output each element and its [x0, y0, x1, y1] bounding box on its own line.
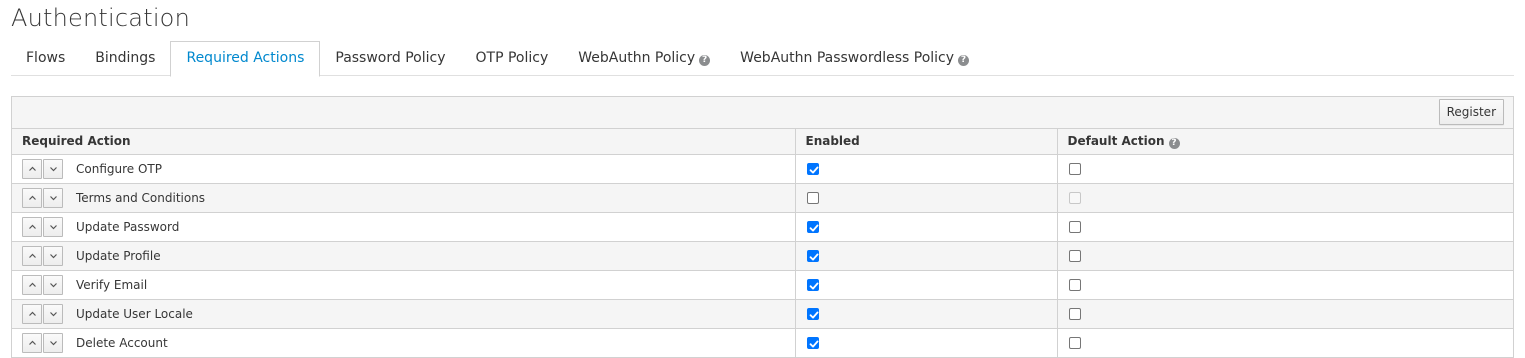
table-row: Configure OTP	[12, 154, 1513, 184]
required-action-cell: Delete Account	[12, 328, 796, 358]
default-action-cell	[1057, 212, 1513, 242]
enabled-cell	[795, 154, 1058, 184]
enabled-cell	[795, 241, 1058, 271]
tab-label: Required Actions	[186, 50, 305, 66]
required-actions-table: Register Required Action Enabled Default…	[11, 96, 1514, 358]
move-up-button[interactable]	[22, 158, 42, 179]
required-action-cell: Terms and Conditions	[12, 183, 796, 213]
move-down-button[interactable]	[43, 332, 63, 353]
default-action-checkbox[interactable]	[1068, 250, 1081, 262]
move-up-button[interactable]	[22, 303, 42, 324]
default-action-checkbox[interactable]	[1068, 221, 1081, 233]
enabled-checkbox[interactable]	[806, 337, 819, 349]
table-row: Delete Account	[12, 328, 1513, 358]
column-header-default-action: Default Action?	[1057, 129, 1513, 155]
enabled-cell	[795, 183, 1058, 213]
required-action-name: Terms and Conditions	[76, 190, 206, 205]
required-action-cell: Update Profile	[12, 241, 796, 271]
table-row: Update Password	[12, 212, 1513, 242]
tab-webauthn-passwordless-policy[interactable]: WebAuthn Passwordless Policy?	[725, 41, 984, 76]
required-action-name: Delete Account	[76, 335, 168, 350]
required-action-name: Verify Email	[76, 277, 148, 292]
move-down-button[interactable]	[43, 274, 63, 295]
move-down-button[interactable]	[43, 216, 63, 237]
move-up-button[interactable]	[22, 216, 42, 237]
table-row: Update User Locale	[12, 299, 1513, 329]
tab-flows[interactable]: Flows	[11, 41, 80, 76]
move-down-button[interactable]	[43, 303, 63, 324]
enabled-cell	[795, 212, 1058, 242]
table-row: Update Profile	[12, 241, 1513, 271]
default-action-cell	[1057, 270, 1513, 300]
help-icon[interactable]: ?	[958, 55, 970, 66]
tab-label: Password Policy	[335, 50, 446, 66]
default-action-checkbox[interactable]	[1068, 308, 1081, 320]
default-action-checkbox[interactable]	[1068, 337, 1081, 349]
enabled-cell	[795, 270, 1058, 300]
tab-label: Flows	[26, 50, 66, 66]
tab-webauthn-policy[interactable]: WebAuthn Policy?	[563, 41, 725, 76]
enabled-checkbox[interactable]	[806, 279, 819, 291]
tab-bindings[interactable]: Bindings	[80, 41, 170, 76]
register-button[interactable]: Register	[1438, 99, 1504, 125]
default-action-cell	[1057, 299, 1513, 329]
default-action-cell	[1057, 183, 1513, 213]
required-action-name: Configure OTP	[76, 161, 162, 176]
tab-required-actions[interactable]: Required Actions	[170, 41, 321, 77]
required-action-name: Update Profile	[76, 248, 161, 263]
move-up-button[interactable]	[22, 332, 42, 353]
enabled-checkbox[interactable]	[806, 308, 819, 320]
required-action-name: Update Password	[76, 219, 180, 234]
tab-password-policy[interactable]: Password Policy	[320, 41, 460, 76]
move-up-button[interactable]	[22, 245, 42, 266]
tab-label: WebAuthn Policy	[578, 50, 696, 66]
tab-label: Bindings	[95, 50, 156, 66]
column-header-enabled: Enabled	[795, 129, 1058, 155]
enabled-checkbox[interactable]	[806, 192, 819, 204]
column-header-required-action: Required Action	[12, 129, 796, 155]
required-action-cell: Update Password	[12, 212, 796, 242]
column-header-default-action-label: Default Action	[1067, 133, 1165, 148]
default-action-checkbox[interactable]	[1068, 279, 1081, 291]
required-action-cell: Configure OTP	[12, 154, 796, 184]
default-action-cell	[1057, 328, 1513, 358]
move-down-button[interactable]	[43, 158, 63, 179]
enabled-checkbox[interactable]	[806, 163, 819, 175]
page-title: Authentication	[11, 4, 190, 32]
move-up-button[interactable]	[22, 187, 42, 208]
move-down-button[interactable]	[43, 187, 63, 208]
move-down-button[interactable]	[43, 245, 63, 266]
table-toolbar: Register	[12, 97, 1513, 129]
help-icon[interactable]: ?	[699, 55, 711, 66]
enabled-cell	[795, 299, 1058, 329]
required-action-cell: Update User Locale	[12, 299, 796, 329]
tab-label: OTP Policy	[475, 50, 549, 66]
default-action-checkbox[interactable]	[1068, 163, 1081, 175]
required-action-name: Update User Locale	[76, 306, 193, 321]
tab-bar: Flows Bindings Required Actions Password Po…	[11, 41, 1514, 77]
move-up-button[interactable]	[22, 274, 42, 295]
table-header-row: Required Action Enabled Default Action?	[12, 129, 1513, 155]
table-row: Terms and Conditions	[12, 183, 1513, 213]
enabled-checkbox[interactable]	[806, 221, 819, 233]
default-action-checkbox	[1068, 192, 1081, 204]
tab-label: WebAuthn Passwordless Policy	[740, 50, 955, 66]
enabled-checkbox[interactable]	[806, 250, 819, 262]
tab-otp-policy[interactable]: OTP Policy	[461, 41, 564, 76]
default-action-cell	[1057, 241, 1513, 271]
enabled-cell	[795, 328, 1058, 358]
help-icon[interactable]: ?	[1168, 137, 1180, 149]
table-row: Verify Email	[12, 270, 1513, 300]
required-action-cell: Verify Email	[12, 270, 796, 300]
default-action-cell	[1057, 154, 1513, 184]
